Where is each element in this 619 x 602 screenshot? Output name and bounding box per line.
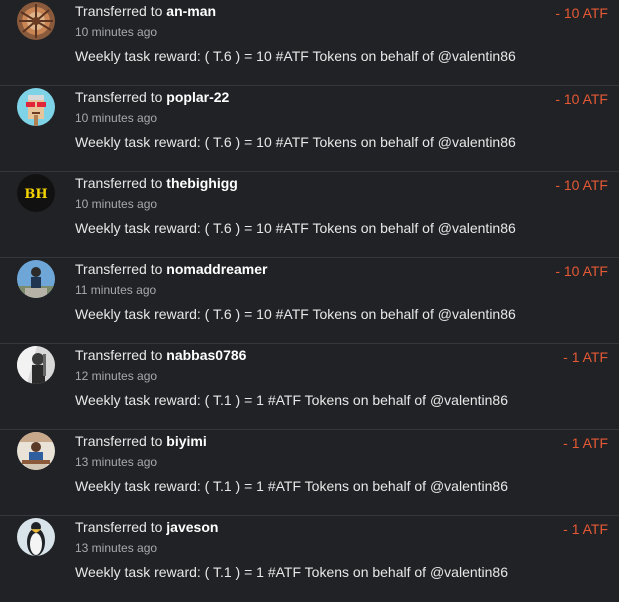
person-outdoors-avatar[interactable] — [17, 260, 55, 298]
transfer-row: Transferred to javeson 13 minutes ago We… — [0, 516, 619, 602]
penguin-avatar[interactable] — [17, 518, 55, 556]
recipient-username[interactable]: nomaddreamer — [166, 261, 267, 277]
transfer-memo: Weekly task reward: ( T.6 ) = 10 #ATF To… — [75, 220, 516, 236]
transfer-memo: Weekly task reward: ( T.6 ) = 10 #ATF To… — [75, 48, 516, 64]
person-at-desk-avatar[interactable] — [17, 432, 55, 470]
transfer-row: Transferred to poplar-22 10 minutes ago … — [0, 86, 619, 172]
transfer-description: Transferred to thebighigg — [75, 175, 238, 191]
transfer-prefix: Transferred to — [75, 261, 163, 277]
transfer-amount: - 10 ATF — [555, 177, 608, 193]
recipient-username[interactable]: nabbas0786 — [166, 347, 246, 363]
timestamp: 10 minutes ago — [75, 25, 158, 39]
transfer-prefix: Transferred to — [75, 3, 163, 19]
transfer-prefix: Transferred to — [75, 433, 163, 449]
recipient-username[interactable]: an-man — [166, 3, 216, 19]
transfer-amount: - 10 ATF — [555, 5, 608, 21]
transfer-memo: Weekly task reward: ( T.1 ) = 1 #ATF Tok… — [75, 478, 509, 494]
transfer-description: Transferred to biyimi — [75, 433, 207, 449]
bh-logo-avatar[interactable]: BH — [17, 174, 55, 212]
transfer-history-list: Transferred to an-man 10 minutes ago Wee… — [0, 0, 619, 589]
pixel-character-avatar[interactable] — [17, 88, 55, 126]
transfer-memo: Weekly task reward: ( T.1 ) = 1 #ATF Tok… — [75, 564, 509, 580]
transfer-description: Transferred to javeson — [75, 519, 218, 535]
transfer-amount: - 1 ATF — [563, 349, 608, 365]
transfer-row: Transferred to nabbas0786 12 minutes ago… — [0, 344, 619, 430]
transfer-memo: Weekly task reward: ( T.6 ) = 10 #ATF To… — [75, 306, 516, 322]
orange-pattern-avatar[interactable] — [17, 2, 55, 40]
transfer-prefix: Transferred to — [75, 347, 163, 363]
recipient-username[interactable]: javeson — [166, 519, 218, 535]
transfer-description: Transferred to nabbas0786 — [75, 347, 246, 363]
timestamp: 10 minutes ago — [75, 197, 158, 211]
timestamp: 13 minutes ago — [75, 455, 158, 469]
transfer-description: Transferred to nomaddreamer — [75, 261, 267, 277]
recipient-username[interactable]: poplar-22 — [166, 89, 229, 105]
transfer-description: Transferred to an-man — [75, 3, 216, 19]
timestamp: 10 minutes ago — [75, 111, 158, 125]
transfer-amount: - 1 ATF — [563, 521, 608, 537]
recipient-username[interactable]: thebighigg — [166, 175, 238, 191]
recipient-username[interactable]: biyimi — [166, 433, 206, 449]
transfer-prefix: Transferred to — [75, 519, 163, 535]
transfer-row: Transferred to biyimi 13 minutes ago Wee… — [0, 430, 619, 516]
transfer-amount: - 10 ATF — [555, 263, 608, 279]
transfer-prefix: Transferred to — [75, 175, 163, 191]
transfer-row: Transferred to nomaddreamer 11 minutes a… — [0, 258, 619, 344]
transfer-prefix: Transferred to — [75, 89, 163, 105]
transfer-row: BH Transferred to thebighigg 10 minutes … — [0, 172, 619, 258]
transfer-memo: Weekly task reward: ( T.1 ) = 1 #ATF Tok… — [75, 392, 509, 408]
timestamp: 11 minutes ago — [75, 283, 157, 297]
avatar-logo-text: BH — [24, 187, 47, 202]
transfer-amount: - 10 ATF — [555, 91, 608, 107]
transfer-row: Transferred to an-man 10 minutes ago Wee… — [0, 0, 619, 86]
transfer-amount: - 1 ATF — [563, 435, 608, 451]
transfer-description: Transferred to poplar-22 — [75, 89, 229, 105]
timestamp: 13 minutes ago — [75, 541, 158, 555]
transfer-memo: Weekly task reward: ( T.6 ) = 10 #ATF To… — [75, 134, 516, 150]
grayscale-person-avatar[interactable] — [17, 346, 55, 384]
timestamp: 12 minutes ago — [75, 369, 158, 383]
